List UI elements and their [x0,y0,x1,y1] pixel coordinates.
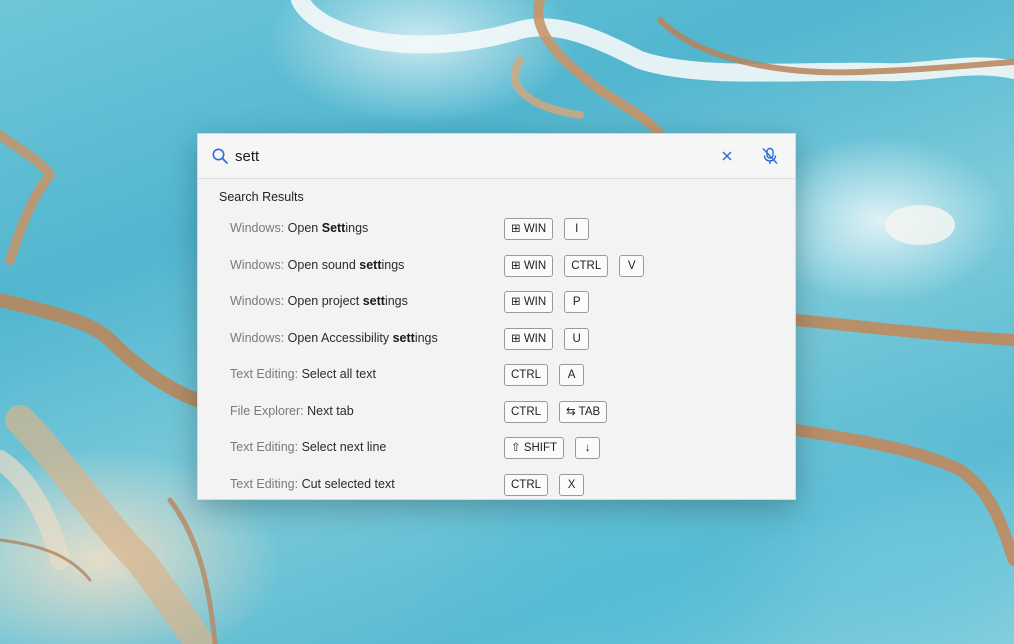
keycap: CTRL [504,473,549,496]
keycap: X [559,473,585,496]
keycap: ⊞ WIN [504,218,554,240]
shortcut-keys: ⊞ WIN P [504,291,590,313]
search-bar [198,134,795,179]
result-match-highlight: sett [362,294,385,308]
result-category: Windows: [230,330,285,345]
result-match-highlight: Sett [321,221,346,235]
keycap: ⊞ WIN [504,254,554,277]
result-row[interactable]: Windows: Open Settings ⊞ WIN I [198,211,795,248]
result-match-highlight: sett [359,257,382,272]
results-heading: Search Results [219,190,304,204]
result-title: Text Editing: Select next line [230,440,386,454]
result-text-suffix: ings [414,330,438,345]
keycap: A [559,364,585,386]
result-category: Windows: [230,221,285,235]
result-category: Windows: [230,294,285,308]
keycap: CTRL [504,400,549,423]
keycap: I [564,218,590,240]
shortcut-keys: ⊞ WIN CTRL V [504,254,645,277]
keycap: ↓ [575,437,601,459]
search-input[interactable] [235,143,695,169]
keycap: ⊞ WIN [504,327,554,350]
result-text-suffix: ings [381,257,405,272]
shortcut-keys: CTRL A [504,364,585,386]
search-icon [211,147,229,165]
result-row[interactable]: Windows: Open sound settings ⊞ WIN CTRL V [198,248,795,285]
result-text: Open [287,221,322,235]
result-title: File Explorer: Next tab [230,404,354,418]
microphone-button[interactable] [758,144,782,168]
keycap: ⇆ TAB [559,400,608,423]
shortcut-keys: CTRL ⇆ TAB [504,400,608,423]
result-title: Windows: Open Accessibility settings [230,331,438,345]
clear-search-button[interactable] [717,146,737,166]
result-category: File Explorer: [230,403,304,418]
keycap: V [619,254,645,277]
result-category: Text Editing: [230,367,299,381]
keycap: ⊞ WIN [504,291,554,313]
keycap: P [564,291,590,313]
keycap: ⇧ SHIFT [504,437,565,459]
result-row[interactable]: Windows: Open project settings ⊞ WIN P [198,284,795,321]
command-launcher-window: Search Results Windows: Open Settings⊞ W… [197,133,796,500]
result-row[interactable]: Text Editing: Cut selected text CTRL X [198,467,795,504]
close-icon [722,151,732,161]
result-title: Text Editing: Select all text [230,367,376,381]
result-text: Select next line [301,440,387,454]
result-match-highlight: sett [392,330,415,345]
shortcut-keys: CTRL X [504,473,585,496]
result-title: Windows: Open Settings [230,221,368,235]
result-title: Text Editing: Cut selected text [230,477,395,491]
result-text: Cut selected text [301,476,395,491]
results-list: Windows: Open Settings ⊞ WIN I Windows: Ope… [198,211,795,503]
result-text: Open Accessibility [287,330,393,345]
result-title: Windows: Open sound settings [230,258,404,272]
result-row[interactable]: Windows: Open Accessibility settings ⊞ WI… [198,321,795,358]
result-title: Windows: Open project settings [230,294,408,308]
result-text: Open sound [287,257,360,272]
result-row[interactable]: Text Editing: Select next line ⇧ SHIFT ↓ [198,430,795,467]
result-text-suffix: ings [384,294,408,308]
shortcut-keys: ⊞ WIN I [504,218,590,240]
result-category: Windows: [230,257,285,272]
keycap: CTRL [564,254,609,277]
keycap: CTRL [504,364,549,386]
result-category: Text Editing: [230,440,299,454]
result-text: Next tab [307,403,354,418]
result-text: Select all text [301,367,376,381]
result-text-suffix: ings [345,221,369,235]
result-row[interactable]: Text Editing: Select all text CTRL A [198,357,795,394]
result-text: Open project [287,294,363,308]
result-category: Text Editing: [230,476,299,491]
keycap: U [564,327,590,350]
result-row[interactable]: File Explorer: Next tab CTRL ⇆ TAB [198,394,795,431]
microphone-off-icon [762,147,778,164]
shortcut-keys: ⇧ SHIFT ↓ [504,437,601,459]
shortcut-keys: ⊞ WIN U [504,327,590,350]
